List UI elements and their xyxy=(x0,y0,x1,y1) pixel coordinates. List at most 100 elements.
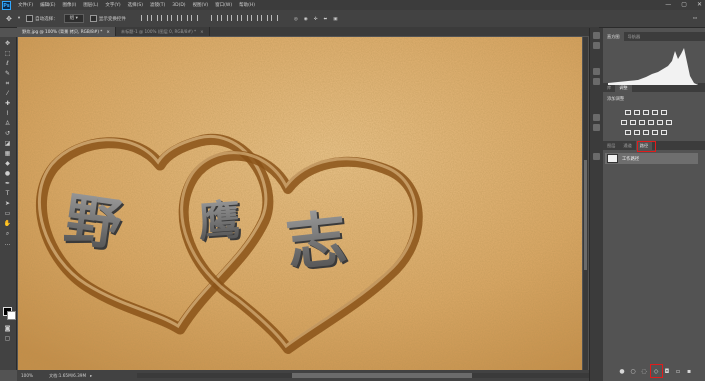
path-row[interactable]: 工作路径 xyxy=(605,153,698,164)
move-tool-icon[interactable]: ✥ xyxy=(3,40,12,47)
tool-preset-chevron-icon[interactable]: ▾ xyxy=(18,16,20,21)
eraser-tool-icon[interactable]: ◪ xyxy=(3,140,12,147)
threshold-icon[interactable] xyxy=(643,130,649,135)
distribute-vcenter-icon[interactable] xyxy=(220,14,228,21)
black-white-icon[interactable] xyxy=(639,120,645,125)
screen-mode-icon[interactable]: ▢ xyxy=(3,335,12,342)
invert-icon[interactable] xyxy=(625,130,631,135)
properties-panel-icon[interactable] xyxy=(593,42,600,49)
pen-tool-icon[interactable]: ✒ xyxy=(3,180,12,187)
load-selection-icon[interactable]: ◌ xyxy=(641,369,647,375)
show-transform-checkbox[interactable] xyxy=(89,15,97,22)
menu-filter[interactable]: 滤镜(T) xyxy=(150,2,165,8)
menu-window[interactable]: 窗口(W) xyxy=(215,2,232,8)
align-top-icon[interactable] xyxy=(140,14,148,21)
selective-color-icon[interactable] xyxy=(661,130,667,135)
3d-drag-icon[interactable]: ✣ xyxy=(314,17,318,22)
channel-mixer-icon[interactable] xyxy=(657,120,663,125)
quick-select-tool-icon[interactable]: ✎ xyxy=(3,70,12,77)
align-right-icon[interactable] xyxy=(190,14,198,21)
auto-select-dropdown[interactable]: 组 ▾ xyxy=(63,14,84,23)
background-color-swatch[interactable] xyxy=(7,311,16,320)
healing-brush-tool-icon[interactable]: ✚ xyxy=(3,100,12,107)
hand-tool-icon[interactable]: ✋ xyxy=(3,220,12,227)
workspace-icon[interactable]: ▭ xyxy=(693,16,697,21)
menu-file[interactable]: 文件(F) xyxy=(18,2,33,8)
zoom-tool-icon[interactable]: ⌕ xyxy=(3,230,12,237)
more-tools-icon[interactable]: … xyxy=(3,240,12,247)
menu-type[interactable]: 文字(Y) xyxy=(105,2,120,8)
horizontal-scrollbar[interactable] xyxy=(137,373,593,378)
type-tool-icon[interactable]: T xyxy=(3,190,12,197)
align-vcenter-icon[interactable] xyxy=(150,14,158,21)
stroke-path-icon[interactable]: ○ xyxy=(630,369,636,375)
align-bottom-icon[interactable] xyxy=(160,14,168,21)
history-panel-icon[interactable] xyxy=(593,32,600,39)
blur-tool-icon[interactable]: ◆ xyxy=(3,160,12,167)
clone-stamp-tool-icon[interactable]: ♙ xyxy=(3,120,12,127)
menu-select[interactable]: 选择(S) xyxy=(128,2,143,8)
dodge-tool-icon[interactable]: ● xyxy=(3,170,12,177)
zoom-level[interactable]: 100% xyxy=(21,373,33,378)
character-panel-icon[interactable] xyxy=(593,114,600,121)
move-tool-icon[interactable]: ✥ xyxy=(6,15,12,23)
tab-document-2[interactable]: 未标题-1 @ 100% (图层 0, RGB/8#) * × xyxy=(116,27,210,36)
posterize-icon[interactable] xyxy=(634,130,640,135)
vertical-scroll-thumb[interactable] xyxy=(584,160,587,270)
align-hcenter-icon[interactable] xyxy=(180,14,188,21)
menu-image[interactable]: 图像(I) xyxy=(62,2,76,8)
document-canvas[interactable]: 野 野 鹰 鹰 志 志 xyxy=(18,37,582,370)
auto-align-icon[interactable] xyxy=(270,14,278,21)
menu-help[interactable]: 帮助(H) xyxy=(239,2,255,8)
menu-layer[interactable]: 图层(L) xyxy=(83,2,98,8)
paragraph-panel-icon[interactable] xyxy=(593,124,600,131)
status-menu-chevron-icon[interactable]: ▸ xyxy=(90,373,92,378)
eyedropper-tool-icon[interactable]: ⁄ xyxy=(3,90,12,97)
crop-tool-icon[interactable]: ⌗ xyxy=(3,80,12,87)
menu-3d[interactable]: 3D(D) xyxy=(172,3,185,8)
marquee-tool-icon[interactable]: ⬚ xyxy=(3,50,12,57)
fill-path-icon[interactable]: ● xyxy=(619,369,625,375)
3d-roll-icon[interactable]: ◉ xyxy=(304,17,308,22)
rectangle-tool-icon[interactable]: ▭ xyxy=(3,210,12,217)
menu-edit[interactable]: 编辑(E) xyxy=(40,2,55,8)
horizontal-scroll-thumb[interactable] xyxy=(292,373,472,378)
curves-icon[interactable] xyxy=(643,110,649,115)
history-brush-tool-icon[interactable]: ↺ xyxy=(3,130,12,137)
exposure-icon[interactable] xyxy=(652,110,658,115)
lasso-tool-icon[interactable]: ℓ xyxy=(3,60,12,67)
swatches-panel-icon[interactable] xyxy=(593,78,600,85)
levels-icon[interactable] xyxy=(634,110,640,115)
close-tab-icon[interactable]: × xyxy=(106,29,110,34)
distribute-right-icon[interactable] xyxy=(260,14,268,21)
menu-view[interactable]: 视图(V) xyxy=(193,2,209,8)
gradient-map-icon[interactable] xyxy=(652,130,658,135)
color-lookup-icon[interactable] xyxy=(666,120,672,125)
brightness-contrast-icon[interactable] xyxy=(625,110,631,115)
distribute-bottom-icon[interactable] xyxy=(230,14,238,21)
new-path-icon[interactable]: ▫ xyxy=(675,369,681,375)
tab-histogram[interactable]: 直方图 xyxy=(603,32,624,41)
add-mask-icon[interactable]: ◘ xyxy=(664,369,670,375)
3d-scale-icon[interactable]: ▣ xyxy=(333,17,337,22)
close-button[interactable]: ✕ xyxy=(697,1,702,8)
align-left-icon[interactable] xyxy=(170,14,178,21)
hue-saturation-icon[interactable] xyxy=(621,120,627,125)
brush-tool-icon[interactable]: ⌇ xyxy=(3,110,12,117)
color-balance-icon[interactable] xyxy=(630,120,636,125)
maximize-button[interactable]: ▢ xyxy=(681,1,687,8)
distribute-left-icon[interactable] xyxy=(240,14,248,21)
vibrance-icon[interactable] xyxy=(661,110,667,115)
gradient-tool-icon[interactable]: ▦ xyxy=(3,150,12,157)
distribute-top-icon[interactable] xyxy=(210,14,218,21)
close-tab-icon[interactable]: × xyxy=(200,29,204,34)
minimize-button[interactable]: — xyxy=(665,1,671,8)
path-select-tool-icon[interactable]: ➤ xyxy=(3,200,12,207)
distribute-hcenter-icon[interactable] xyxy=(250,14,258,21)
color-panel-icon[interactable] xyxy=(593,68,600,75)
tab-navigator[interactable]: 导航器 xyxy=(624,32,645,41)
tab-document-1[interactable]: 野炊.jpg @ 100% (背景 拷贝, RGB/8#) * × xyxy=(17,27,116,36)
tab-layers[interactable]: 图层 xyxy=(603,141,619,150)
3d-rotate-icon[interactable]: ◎ xyxy=(294,17,298,22)
auto-select-checkbox[interactable] xyxy=(26,15,34,22)
